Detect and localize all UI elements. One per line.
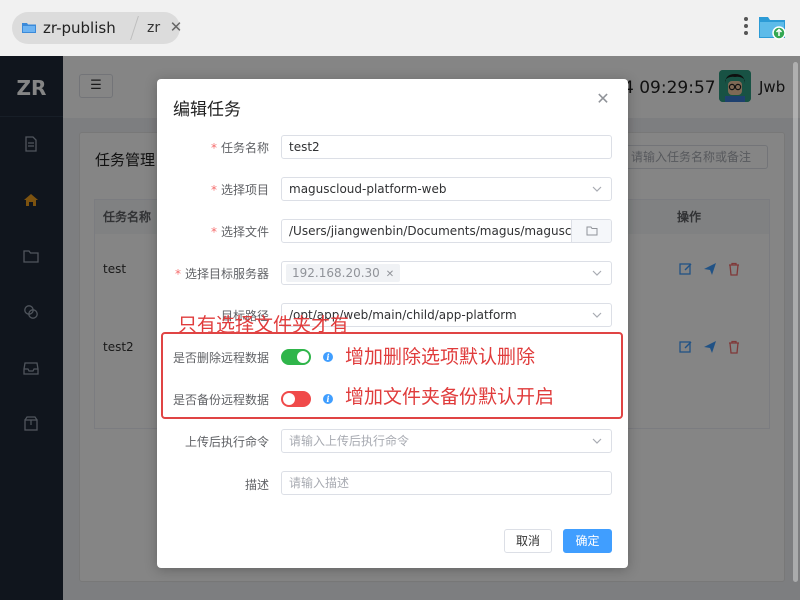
- scrollbar[interactable]: [793, 62, 798, 582]
- dialog-title: 编辑任务: [173, 100, 241, 120]
- chevron-down-icon: [592, 312, 602, 318]
- description-input[interactable]: 请输入描述: [281, 471, 612, 495]
- task-name-input[interactable]: test2: [281, 135, 612, 159]
- project-label: * 选择项目: [210, 183, 269, 197]
- post-command-placeholder: 请输入上传后执行命令: [289, 434, 410, 448]
- browse-folder-button[interactable]: [571, 220, 611, 242]
- task-name-label: * 任务名称: [210, 141, 269, 155]
- tab-separator: [130, 16, 139, 40]
- post-command-select[interactable]: 请输入上传后执行命令: [281, 429, 612, 453]
- confirm-button[interactable]: 确定: [563, 529, 612, 553]
- file-input[interactable]: /Users/jiangwenbin/Documents/magus/magus…: [281, 219, 612, 243]
- close-icon[interactable]: ✕: [595, 91, 611, 107]
- tag-close-icon[interactable]: ✕: [386, 269, 394, 280]
- file-label: * 选择文件: [210, 225, 269, 239]
- browser-toolbar: zr-publish zr ✕: [0, 0, 800, 56]
- chevron-down-icon: [592, 270, 602, 276]
- cancel-button[interactable]: 取消: [504, 529, 552, 553]
- folder-open-icon: [586, 226, 598, 236]
- file-path-value: /Users/jiangwenbin/Documents/magus/magus…: [289, 224, 598, 238]
- server-tag: 192.168.20.30 ✕: [286, 264, 401, 282]
- folder-sync-icon[interactable]: [758, 14, 786, 40]
- close-icon[interactable]: ✕: [168, 18, 184, 36]
- project-select[interactable]: maguscloud-platform-web: [281, 177, 612, 201]
- post-command-label: 上传后执行命令: [184, 435, 269, 449]
- project-select-value: maguscloud-platform-web: [289, 182, 447, 196]
- chevron-down-icon: [592, 438, 602, 444]
- tab-subtitle: zr: [147, 20, 161, 36]
- browser-tab[interactable]: zr-publish zr ✕: [12, 12, 182, 44]
- tab-title: zr-publish: [43, 19, 116, 37]
- annotation-delete-note: 增加删除选项默认删除: [345, 346, 536, 368]
- server-select[interactable]: 192.168.20.30 ✕: [281, 261, 612, 285]
- chevron-down-icon: [592, 186, 602, 192]
- server-label: * 选择目标服务器: [174, 267, 269, 281]
- annotation-backup-note: 增加文件夹备份默认开启: [345, 386, 555, 408]
- description-label: 描述: [244, 478, 269, 492]
- folder-icon: [22, 23, 36, 33]
- more-menu-icon[interactable]: [741, 14, 751, 40]
